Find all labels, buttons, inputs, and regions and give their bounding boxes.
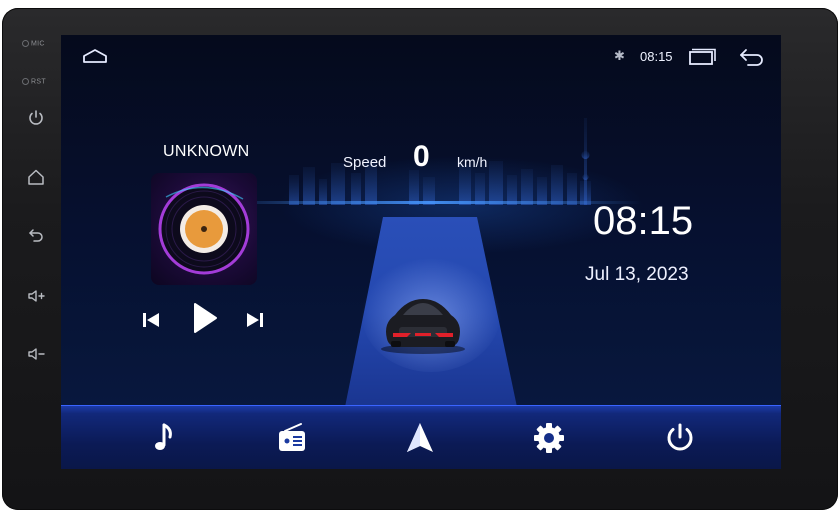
back-icon (29, 229, 43, 242)
status-bar: ✱ 08:15 (61, 35, 781, 75)
volume-up-icon (28, 290, 45, 302)
bezel-volume-up-button[interactable] (24, 284, 48, 308)
status-time: 08:15 (640, 49, 673, 64)
bezel-back-button[interactable] (24, 223, 48, 247)
recent-apps-button[interactable] (687, 47, 717, 67)
dock-settings-button[interactable] (531, 420, 567, 456)
speed-label: Speed (343, 154, 387, 171)
next-track-button[interactable] (243, 309, 267, 331)
album-art[interactable] (151, 173, 257, 285)
radio-icon (279, 423, 305, 451)
bluetooth-icon: ✱ (614, 48, 625, 63)
clock-time: 08:15 (593, 199, 694, 243)
back-button[interactable] (738, 46, 766, 68)
bezel-power-button[interactable] (24, 106, 48, 130)
bezel-volume-down-button[interactable] (24, 342, 48, 366)
head-unit-screen: ✱ 08:15 Speed 0 km/h UNKNOWN 08:15 Jul 1… (61, 35, 781, 469)
power-icon (667, 423, 693, 451)
rst-label: RST (22, 78, 46, 85)
bezel-home-button[interactable] (24, 165, 48, 189)
dock-navigation-button[interactable] (402, 420, 438, 456)
volume-down-icon (28, 348, 45, 360)
dock-radio-button[interactable] (274, 420, 310, 456)
home-icon (28, 169, 44, 185)
speed-value: 0 (413, 140, 430, 173)
dock-music-button[interactable] (147, 420, 183, 456)
app-dock (61, 405, 781, 469)
city-skyline (289, 118, 591, 205)
play-button[interactable] (189, 301, 219, 335)
horizon-glow (221, 201, 641, 204)
home-button[interactable] (81, 45, 109, 67)
power-icon (29, 110, 43, 125)
clock-date: Jul 13, 2023 (585, 264, 689, 285)
track-title: UNKNOWN (163, 143, 250, 160)
car-icon (381, 299, 465, 354)
previous-track-button[interactable] (139, 309, 163, 331)
speed-unit: km/h (457, 154, 488, 170)
mic-label: MIC (22, 40, 45, 47)
navigation-icon (407, 423, 433, 452)
dock-power-button[interactable] (662, 420, 698, 456)
music-icon (155, 423, 172, 450)
vinyl-disc-icon (158, 183, 250, 275)
settings-icon (534, 423, 564, 453)
